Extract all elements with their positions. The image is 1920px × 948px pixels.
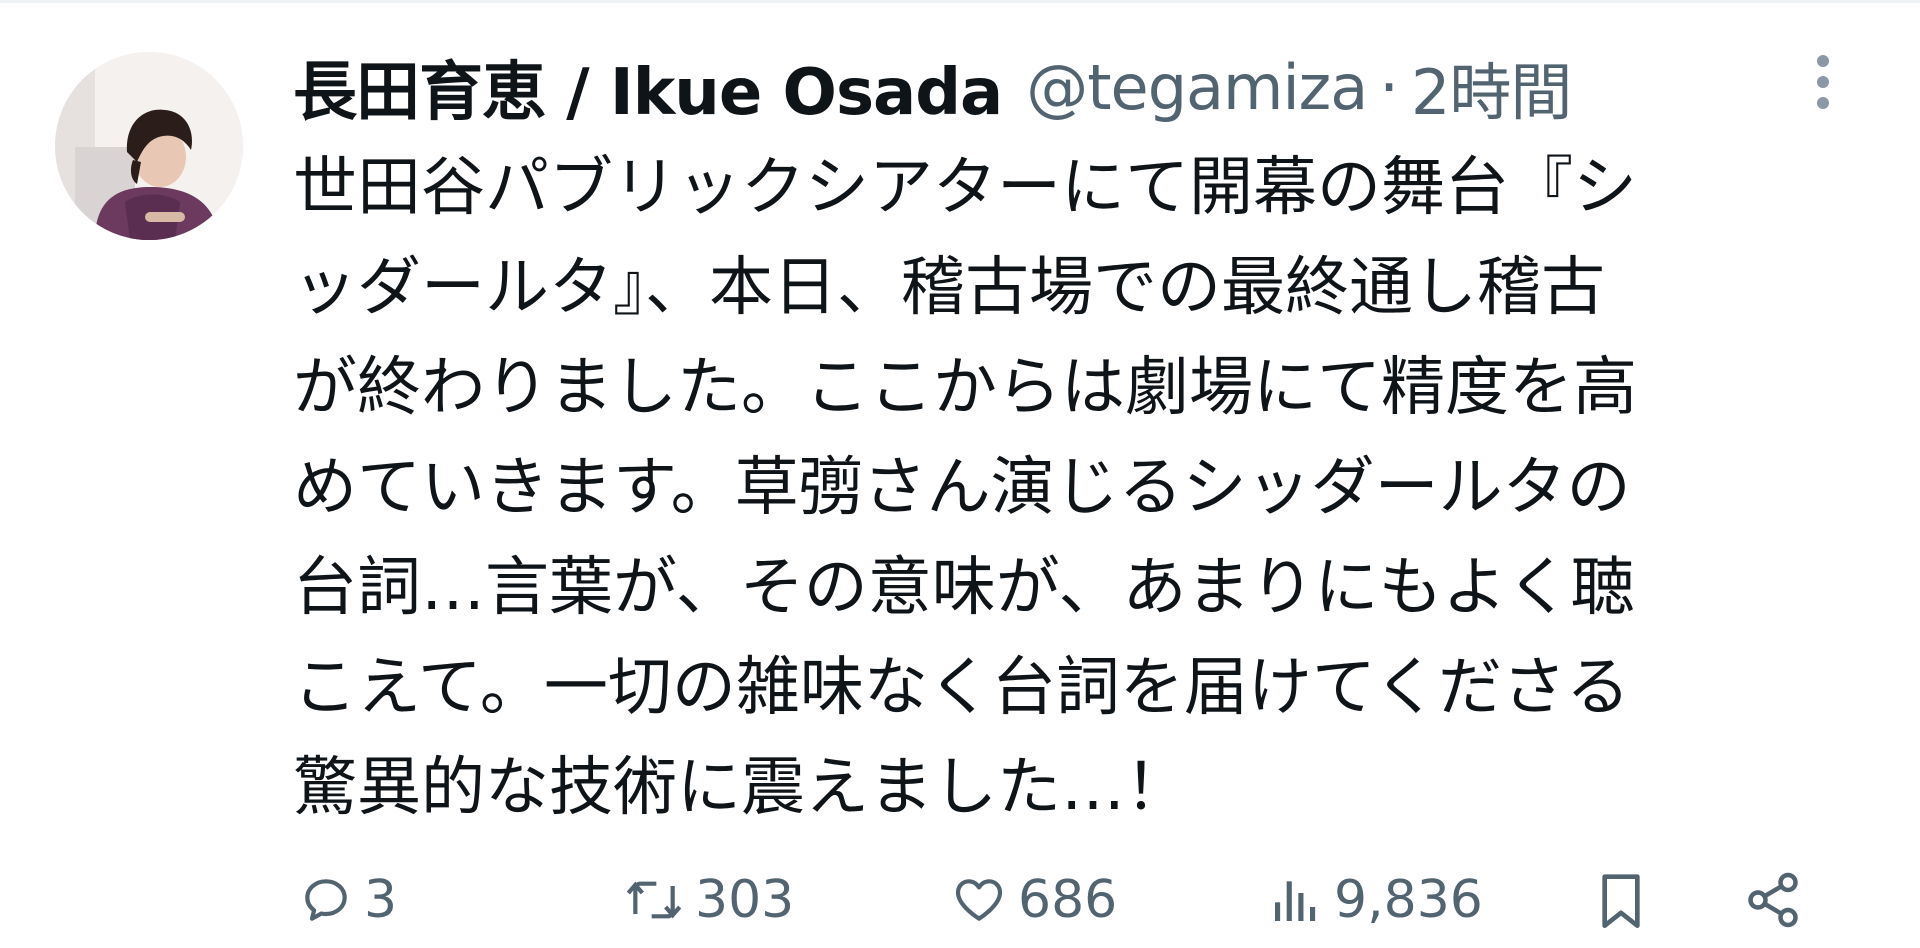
more-options-icon[interactable]	[1808, 55, 1838, 125]
retweet-count: 303	[695, 870, 795, 930]
share-button[interactable]	[1743, 860, 1803, 940]
bookmark-button[interactable]	[1593, 860, 1649, 940]
views-count: 9,836	[1334, 870, 1483, 930]
reply-icon	[305, 879, 347, 921]
heart-icon	[955, 879, 1003, 921]
tweet[interactable]: 長田育恵 / Ikue Osada @tegamiza · 2時間 世田谷パブリ…	[0, 0, 1920, 948]
avatar-image	[55, 52, 243, 240]
share-icon	[1748, 872, 1798, 928]
like-count: 686	[1018, 870, 1118, 930]
bookmark-icon	[1602, 874, 1640, 928]
avatar[interactable]	[55, 52, 243, 240]
views-icon	[1275, 881, 1316, 921]
handle[interactable]: @tegamiza	[1026, 51, 1368, 124]
action-bar: 3 303 686 9,836	[293, 860, 1853, 940]
tweet-text: 世田谷パブリックシアターにて開幕の舞台『シ ッダールタ』、本日、稽古場での最終通…	[293, 151, 1637, 825]
views-button[interactable]: 9,836	[1268, 860, 1483, 940]
timestamp[interactable]: 2時間	[1411, 42, 1572, 132]
retweet-button[interactable]: 303	[623, 860, 794, 940]
retweet-icon	[626, 881, 682, 919]
reply-count: 3	[364, 870, 398, 930]
like-button[interactable]: 686	[950, 860, 1117, 940]
tweet-header: 長田育恵 / Ikue Osada @tegamiza · 2時間	[293, 41, 1572, 133]
display-name[interactable]: 長田育恵 / Ikue Osada	[293, 41, 1003, 133]
reply-button[interactable]: 3	[298, 860, 397, 940]
separator-dot: ·	[1379, 50, 1399, 124]
